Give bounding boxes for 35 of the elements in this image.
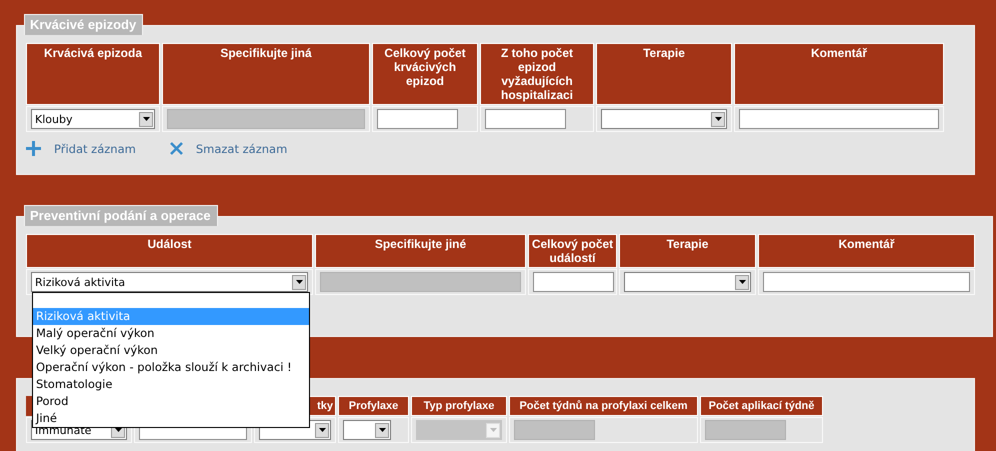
- section-title: Krvácivé epizody: [24, 14, 144, 35]
- column-header: Celkový počet krvácivých epizod: [372, 43, 478, 105]
- column-header: Komentář: [734, 43, 944, 105]
- column-header: Specifikujte jiné: [315, 234, 526, 268]
- column-header: Terapie: [619, 234, 756, 268]
- column-header: Komentář: [758, 234, 975, 268]
- section-title: Preventivní podání a operace: [24, 205, 218, 226]
- column-header: Celkový počet událostí: [528, 234, 617, 268]
- select-field[interactable]: [416, 420, 502, 440]
- plus-icon: [26, 141, 41, 156]
- dropdown-option[interactable]: Stomatologie: [33, 376, 309, 393]
- column-header: Terapie: [596, 43, 732, 105]
- input-field[interactable]: [533, 272, 614, 292]
- select-field[interactable]: [624, 272, 751, 292]
- dropdown-option[interactable]: Malý operační výkon: [33, 325, 309, 342]
- input-field[interactable]: [739, 109, 939, 129]
- close-icon: [170, 142, 183, 155]
- dropdown-option[interactable]: Operační výkon - položka slouží k archivaci !: [33, 359, 309, 376]
- column-header: Profylaxe: [338, 396, 409, 416]
- dropdown-option[interactable]: Velký operační výkon: [33, 342, 309, 359]
- input-field[interactable]: [485, 109, 566, 129]
- action-link[interactable]: Smazat záznam: [170, 141, 288, 156]
- input-field[interactable]: [377, 109, 458, 129]
- column-header: Z toho počet epizod vyžadujících hospitalizaci: [480, 43, 594, 105]
- column-header: Typ profylaxe: [411, 396, 507, 416]
- column-header: Krvácivá epizoda: [26, 43, 160, 105]
- select-field[interactable]: [343, 420, 391, 440]
- column-header: Událost: [26, 234, 313, 268]
- column-header: Počet aplikací týdně: [700, 396, 823, 416]
- action-link[interactable]: Přidat záznam: [26, 141, 136, 156]
- select-field[interactable]: [601, 109, 727, 129]
- select-field[interactable]: Klouby: [31, 109, 155, 129]
- input-field[interactable]: [763, 272, 970, 292]
- column-header: Specifikujte jiná: [162, 43, 370, 105]
- column-header: Počet týdnů na profylaxi celkem: [509, 396, 698, 416]
